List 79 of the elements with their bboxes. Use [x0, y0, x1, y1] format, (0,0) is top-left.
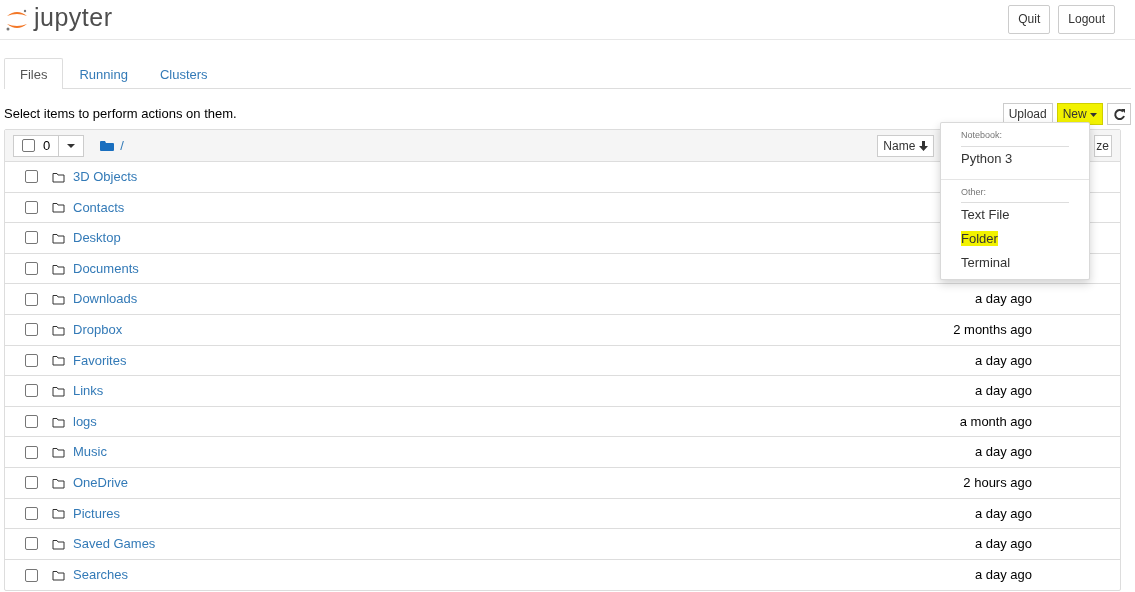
- folder-icon: [52, 323, 65, 336]
- tab[interactable]: Clusters: [143, 58, 224, 89]
- folder-icon: [52, 201, 65, 214]
- checkbox[interactable]: [25, 292, 38, 306]
- folder-link[interactable]: Favorites: [73, 350, 127, 371]
- checkbox[interactable]: [25, 445, 38, 459]
- refresh-icon: [1113, 108, 1126, 122]
- tab[interactable]: Running: [63, 58, 144, 89]
- folder-link[interactable]: Desktop: [73, 228, 121, 248]
- quit-button[interactable]: Quit: [1008, 5, 1051, 34]
- folder-link[interactable]: 3D Objects: [73, 167, 138, 187]
- folder-icon: [52, 415, 65, 428]
- menu-header: Notebook:: [961, 129, 1069, 147]
- checkbox[interactable]: [25, 323, 38, 337]
- modified-time: a day ago: [974, 351, 1032, 370]
- folder-icon: [52, 293, 65, 306]
- modified-time: a day ago: [974, 290, 1032, 309]
- modified-time: a month ago: [959, 412, 1032, 431]
- folder-link[interactable]: Searches: [73, 565, 128, 585]
- folder-link[interactable]: Saved Games: [73, 534, 156, 554]
- checkbox[interactable]: [25, 537, 38, 551]
- menu-header: Other:: [961, 185, 1069, 203]
- checkbox[interactable]: [25, 262, 38, 276]
- upload-button[interactable]: Upload: [1002, 103, 1053, 125]
- modified-time: 2 months ago: [953, 321, 1032, 339]
- refresh-button[interactable]: [1107, 103, 1131, 125]
- folder-icon: [52, 507, 65, 520]
- folder-link[interactable]: Downloads: [73, 289, 138, 309]
- path-link[interactable]: /: [120, 135, 124, 156]
- folder-link[interactable]: Music: [73, 442, 107, 462]
- checkbox[interactable]: [25, 384, 38, 398]
- checkbox[interactable]: [25, 231, 38, 245]
- checkbox[interactable]: [25, 200, 38, 214]
- tab[interactable]: Files: [4, 58, 64, 89]
- folder-link[interactable]: Documents: [73, 258, 139, 279]
- logout-button[interactable]: Logout: [1058, 5, 1115, 34]
- folder-link[interactable]: Pictures: [73, 503, 120, 524]
- modified-time: 2 hours ago: [963, 474, 1032, 492]
- caret-icon: [67, 143, 76, 148]
- checkbox[interactable]: [22, 139, 35, 152]
- menu-item[interactable]: Folder: [941, 227, 1089, 251]
- instruction-text: Select items to perform actions on them.: [4, 105, 237, 124]
- modified-time: a day ago: [974, 504, 1032, 523]
- folder-icon: [100, 139, 115, 152]
- checkbox[interactable]: [25, 353, 38, 367]
- folder-link[interactable]: Contacts: [73, 197, 125, 218]
- folder-link[interactable]: OneDrive: [73, 473, 128, 493]
- folder-icon: [52, 384, 65, 397]
- folder-link[interactable]: logs: [73, 411, 97, 432]
- checkbox[interactable]: [25, 415, 38, 429]
- menu-item[interactable]: Text File: [941, 203, 1089, 227]
- checkbox[interactable]: [25, 170, 38, 184]
- column-header[interactable]: ze: [1094, 134, 1112, 157]
- folder-icon: [52, 170, 65, 183]
- folder-icon: [52, 537, 65, 550]
- checkbox[interactable]: [25, 506, 38, 520]
- folder-icon: [52, 476, 65, 489]
- folder-link[interactable]: Dropbox: [73, 320, 123, 340]
- folder-link[interactable]: Links: [73, 381, 104, 401]
- modified-time: a day ago: [974, 443, 1032, 462]
- checkbox[interactable]: [25, 476, 38, 490]
- new-button[interactable]: New: [1056, 103, 1103, 125]
- selected-count: 0: [43, 136, 51, 155]
- sort-arrow-icon: [919, 140, 929, 151]
- modified-time: a day ago: [974, 535, 1032, 554]
- folder-icon: [52, 354, 65, 367]
- modified-time: a day ago: [974, 382, 1032, 401]
- modified-time: a day ago: [974, 566, 1032, 585]
- menu-item[interactable]: Terminal: [941, 251, 1089, 275]
- folder-icon: [52, 232, 65, 244]
- folder-icon: [52, 569, 65, 581]
- select-all-control[interactable]: 0: [13, 134, 85, 157]
- checkbox[interactable]: [25, 568, 38, 582]
- folder-icon: [52, 262, 65, 275]
- caret-icon: [1090, 112, 1097, 117]
- sort-button[interactable]: Name: [877, 134, 935, 157]
- menu-item[interactable]: Python 3: [941, 146, 1089, 171]
- folder-icon: [52, 446, 65, 459]
- logo-text: jupyter: [34, 5, 113, 33]
